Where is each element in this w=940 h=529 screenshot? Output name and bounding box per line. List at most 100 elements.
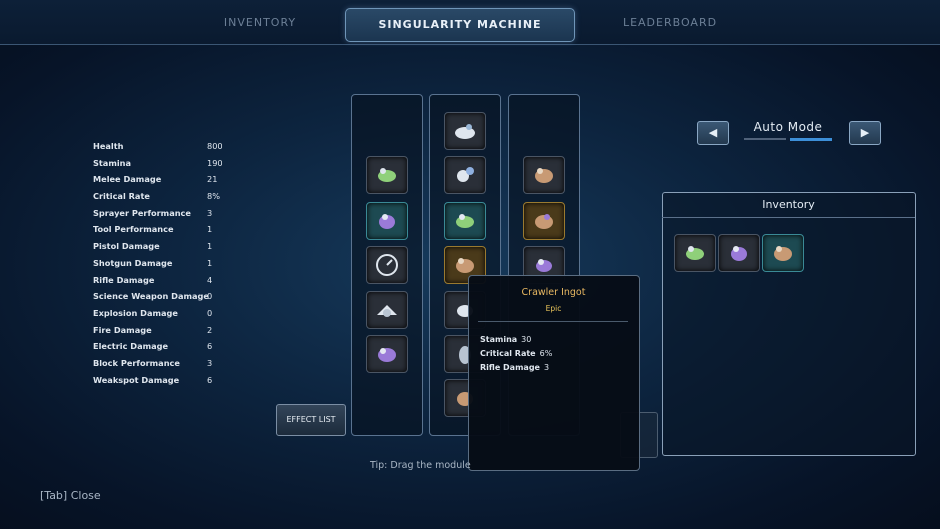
- character-stats-list: Health 800 Stamina 190 Melee Damage 21 Crit…: [93, 141, 233, 391]
- auto-mode-indicator-inactive: [744, 138, 786, 140]
- stat-label: Electric Damage: [93, 341, 169, 352]
- tooltip-stat-value: 3: [543, 363, 550, 372]
- clock-module-icon: [376, 254, 398, 276]
- stat-value: 0: [207, 291, 213, 302]
- auto-mode-prev-button[interactable]: ◀: [697, 121, 729, 145]
- auto-mode-indicator-active: [790, 138, 832, 141]
- tab-inventory[interactable]: INVENTORY: [160, 0, 360, 44]
- stat-value: 2: [207, 324, 213, 335]
- module-slot[interactable]: [444, 156, 486, 194]
- crawler-module-icon: [535, 214, 553, 229]
- stat-row: Explosion Damage 0: [93, 308, 233, 325]
- stat-label: Sprayer Performance: [93, 207, 191, 218]
- crawler-module-icon: [731, 246, 747, 261]
- tooltip-item-name: Crawler Ingot: [521, 287, 586, 298]
- stat-row: Block Performance 3: [93, 358, 233, 375]
- crawler-module-icon: [774, 246, 792, 261]
- stat-row: Critical Rate 8%: [93, 191, 233, 208]
- stat-value: 6: [207, 374, 213, 385]
- tooltip-stat-label: Stamina: [480, 335, 518, 344]
- stat-label: Explosion Damage: [93, 307, 178, 318]
- stat-value: 190: [207, 157, 223, 168]
- module-column-1: [351, 94, 423, 436]
- crawler-module-icon: [686, 246, 704, 260]
- inventory-item-slot[interactable]: [718, 234, 760, 272]
- module-slot[interactable]: [366, 246, 408, 284]
- stat-value: 1: [207, 224, 213, 235]
- stat-value: 800: [207, 141, 223, 151]
- right-arrow-icon: ▶: [860, 126, 870, 139]
- tab-singularity-machine[interactable]: SINGULARITY MACHINE: [345, 8, 575, 42]
- tooltip-stat-row: Rifle Damage 3: [480, 363, 549, 372]
- module-slot[interactable]: [444, 112, 486, 150]
- stat-value: 6: [207, 341, 213, 352]
- stat-row: Electric Damage 6: [93, 341, 233, 358]
- stat-row: Science Weapon Damage 0: [93, 291, 233, 308]
- tab-leaderboard[interactable]: LEADERBOARD: [570, 0, 770, 44]
- tooltip-stat-value: 6%: [539, 349, 553, 358]
- stat-row: Melee Damage 21: [93, 174, 233, 191]
- drag-tip-text: Tip: Drag the module: [370, 460, 471, 471]
- stat-row: Stamina 190: [93, 158, 233, 175]
- crawler-module-icon: [377, 305, 397, 317]
- stat-row: Health 800: [93, 141, 233, 158]
- stat-label: Melee Damage: [93, 174, 162, 185]
- module-slot[interactable]: [523, 202, 565, 240]
- tooltip-item-rarity: Epic: [545, 304, 562, 313]
- tooltip-stat-value: 30: [521, 335, 532, 344]
- stat-value: 8%: [207, 191, 220, 202]
- stat-value: 3: [207, 357, 213, 368]
- left-arrow-icon: ◀: [708, 126, 718, 139]
- auto-mode-next-button[interactable]: ▶: [849, 121, 881, 145]
- stat-label: Tool Performance: [93, 224, 174, 235]
- module-slot[interactable]: [366, 291, 408, 329]
- stat-value: 3: [207, 207, 213, 218]
- module-slot[interactable]: [366, 202, 408, 240]
- tooltip-stat-row: Critical Rate 6%: [480, 349, 552, 358]
- crawler-module-icon: [535, 168, 553, 183]
- stat-value: 21: [207, 174, 218, 185]
- stat-label: Shotgun Damage: [93, 257, 173, 268]
- crawler-module-icon: [379, 214, 395, 229]
- module-slot[interactable]: [366, 335, 408, 373]
- stat-value: 0: [207, 307, 213, 318]
- stat-row: Shotgun Damage 1: [93, 258, 233, 275]
- stat-label: Fire Damage: [93, 324, 152, 335]
- crawler-module-icon: [378, 348, 396, 362]
- stat-row: Fire Damage 2: [93, 325, 233, 342]
- inventory-item-slot[interactable]: [674, 234, 716, 272]
- stat-row: Weakspot Damage 6: [93, 375, 233, 392]
- module-slot[interactable]: [444, 202, 486, 240]
- stat-row: Rifle Damage 4: [93, 275, 233, 292]
- stat-value: 1: [207, 257, 213, 268]
- stat-value: 1: [207, 241, 213, 252]
- crawler-module-icon: [457, 167, 474, 182]
- effect-list-button[interactable]: EFFECT LIST: [276, 404, 346, 436]
- crawler-module-icon: [378, 168, 396, 182]
- module-slot[interactable]: [366, 156, 408, 194]
- tooltip-stat-label: Critical Rate: [480, 349, 536, 358]
- close-hint[interactable]: [Tab] Close: [40, 489, 101, 502]
- stat-label: Weakspot Damage: [93, 374, 180, 385]
- stat-row: Pistol Damage 1: [93, 241, 233, 258]
- stat-label: Pistol Damage: [93, 241, 160, 252]
- inventory-panel: [662, 192, 916, 456]
- stat-label: Rifle Damage: [93, 274, 155, 285]
- auto-mode-label: Auto Mode: [753, 120, 823, 134]
- inventory-item-slot[interactable]: [762, 234, 804, 272]
- stat-label: Stamina: [93, 157, 132, 168]
- stat-label: Health: [93, 141, 124, 151]
- tooltip-stat-row: Stamina 30: [480, 335, 531, 344]
- stat-value: 4: [207, 274, 213, 285]
- stat-label: Science Weapon Damage: [93, 291, 209, 302]
- stat-row: Tool Performance 1: [93, 224, 233, 241]
- module-slot[interactable]: [523, 156, 565, 194]
- crawler-module-icon: [456, 214, 474, 228]
- crawler-module-icon: [455, 124, 475, 139]
- tooltip-stat-label: Rifle Damage: [480, 363, 540, 372]
- tooltip-divider: [478, 321, 628, 322]
- inventory-title: Inventory: [662, 193, 915, 218]
- stat-label: Block Performance: [93, 357, 180, 368]
- stat-row: Sprayer Performance 3: [93, 208, 233, 225]
- stat-label: Critical Rate: [93, 191, 150, 202]
